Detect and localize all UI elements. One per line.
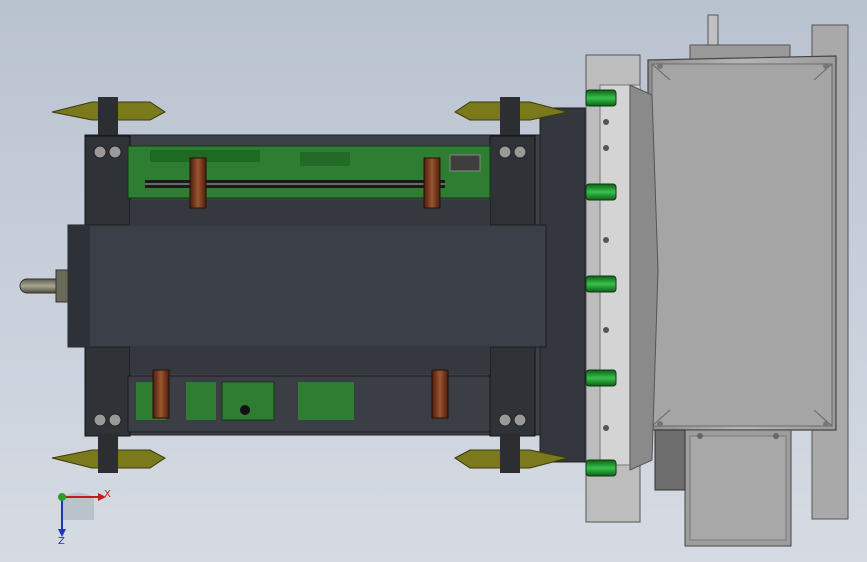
eyebolt	[19, 269, 69, 303]
z-axis-label: Z	[58, 536, 65, 547]
center-block[interactable]	[67, 200, 547, 374]
cad-viewport[interactable]: X Z	[0, 0, 867, 562]
motor-housing[interactable]	[647, 14, 849, 547]
assembly-model[interactable]: X Z	[0, 0, 867, 562]
clamp-bottom-left[interactable]	[51, 433, 166, 473]
clamp-top-left[interactable]	[51, 97, 166, 135]
orientation-triad[interactable]: X Z	[58, 489, 111, 547]
x-axis-label: X	[104, 489, 111, 500]
y-axis-icon	[58, 493, 66, 501]
